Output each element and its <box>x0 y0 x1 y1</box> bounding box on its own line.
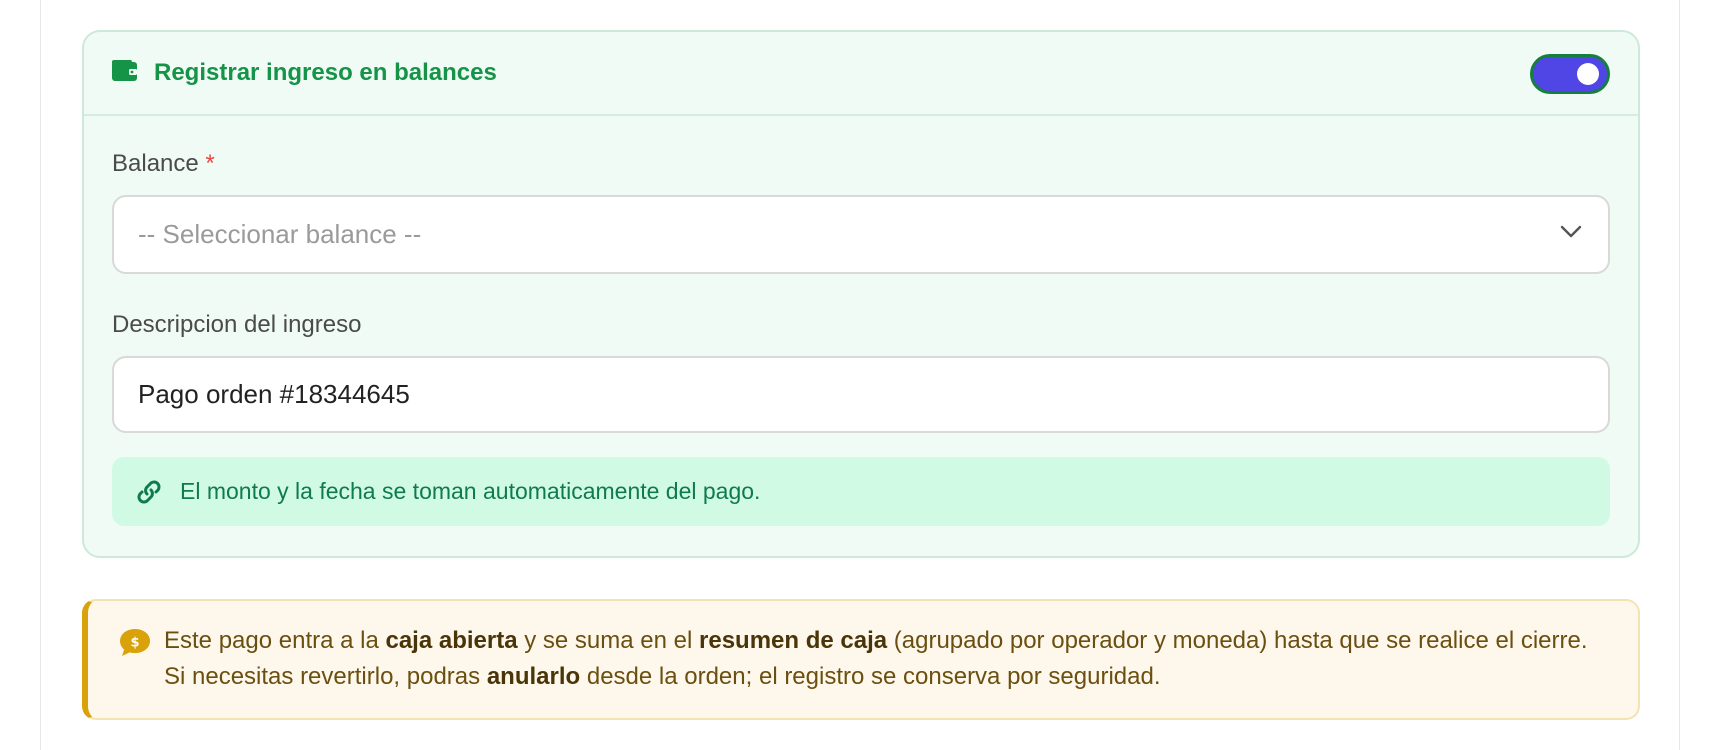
required-mark: * <box>205 150 215 177</box>
note-emphasis: anularlo <box>486 663 581 690</box>
description-label: Descripcion del ingreso <box>112 311 362 338</box>
note-emphasis: caja abierta <box>385 627 518 654</box>
note-segment: desde la orden; el registro se conserva … <box>580 663 1161 690</box>
balance-label-text: Balance <box>112 150 199 177</box>
chevron-down-icon <box>1560 225 1582 244</box>
note-segment: Este pago entra a la <box>164 627 386 654</box>
balance-label: Balance * <box>112 150 215 178</box>
register-income-toggle[interactable] <box>1530 54 1610 94</box>
note-emphasis: resumen de caja <box>699 627 888 654</box>
card-header: Registrar ingreso en balances <box>84 32 1638 116</box>
description-input[interactable] <box>112 356 1610 433</box>
wallet-icon <box>112 60 138 82</box>
balance-select[interactable]: -- Seleccionar balance -- <box>112 195 1610 274</box>
dollar-chat-icon: $ <box>118 627 152 659</box>
auto-info-text: El monto y la fecha se toman automaticam… <box>180 478 761 504</box>
note-segment: y se suma en el <box>517 627 699 654</box>
link-icon <box>134 477 164 507</box>
auto-info-banner: El monto y la fecha se toman automaticam… <box>112 457 1610 526</box>
page-frame-left-border <box>40 0 41 750</box>
note-text: Este pago entra a la caja abierta y se s… <box>164 623 1598 695</box>
cash-register-note: $ Este pago entra a la caja abierta y se… <box>82 599 1640 720</box>
balance-select-placeholder: -- Seleccionar balance -- <box>138 219 422 249</box>
toggle-knob <box>1577 63 1599 85</box>
card-title: Registrar ingreso en balances <box>154 59 497 86</box>
svg-text:$: $ <box>130 636 139 651</box>
page-frame-right-border <box>1679 0 1680 750</box>
